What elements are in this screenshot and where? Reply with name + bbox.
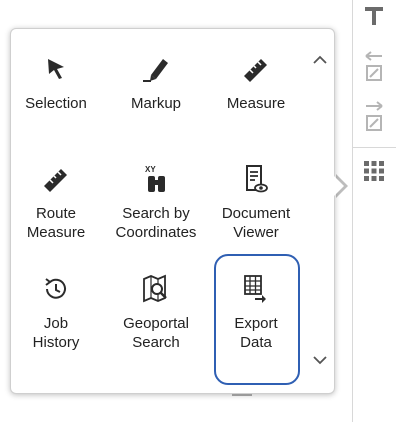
tool-route-measure[interactable]: Route Measure: [11, 139, 101, 249]
tool-job-history[interactable]: Job History: [11, 249, 101, 359]
chevron-down-icon[interactable]: [311, 351, 329, 369]
tool-label: Search by Coordinates: [115, 205, 197, 241]
tool-label: Measure: [226, 95, 286, 112]
tool-label: Job History: [32, 315, 80, 351]
document-eye-icon: [241, 164, 271, 194]
tools-panel: Selection Markup Measure Route Measure X…: [10, 28, 335, 394]
grid-menu-icon[interactable]: [361, 158, 387, 184]
redo-arrow-icon[interactable]: [361, 101, 387, 131]
tool-export-data[interactable]: Export Data: [211, 249, 301, 359]
toolbar-divider: [353, 147, 396, 148]
marker-icon: [141, 54, 171, 84]
tool-document-viewer[interactable]: Document Viewer: [211, 139, 301, 249]
tool-geoportal-search[interactable]: Geoportal Search: [111, 249, 201, 359]
undo-arrow-icon[interactable]: [361, 51, 387, 81]
tool-label: Export Data: [234, 315, 278, 351]
panel-scroll-stub: [232, 394, 252, 396]
chevron-up-icon[interactable]: [311, 51, 329, 69]
tool-search-by-coordinates[interactable]: XY Search by Coordinates: [111, 139, 201, 249]
panel-pointer-fill: [334, 176, 344, 196]
map-search-icon: [141, 274, 171, 304]
pin-icon[interactable]: [361, 4, 387, 30]
tool-label: Selection: [25, 95, 87, 112]
ruler-icon: [41, 164, 71, 194]
tool-label: Route Measure: [26, 205, 86, 241]
tool-markup[interactable]: Markup: [111, 29, 201, 139]
tool-measure[interactable]: Measure: [211, 29, 301, 139]
table-export-icon: [241, 274, 271, 304]
binoculars-icon: XY: [141, 164, 171, 194]
tool-selection[interactable]: Selection: [11, 29, 101, 139]
ruler-icon: [241, 54, 271, 84]
right-toolbar: [352, 0, 396, 422]
history-clock-icon: [41, 274, 71, 304]
tool-label: Document Viewer: [221, 205, 291, 241]
cursor-icon: [41, 54, 71, 84]
svg-text:XY: XY: [145, 165, 156, 174]
tool-label: Markup: [130, 95, 182, 112]
tool-label: Geoportal Search: [123, 315, 189, 351]
